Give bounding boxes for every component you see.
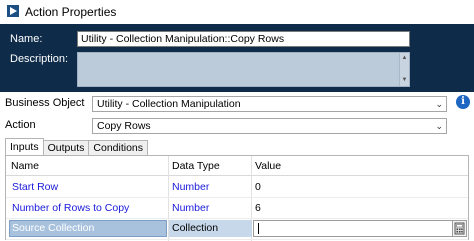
tab-inputs[interactable]: Inputs [5, 138, 44, 155]
app-icon [7, 5, 19, 17]
expression-editor-button[interactable] [452, 220, 467, 237]
action-label: Action [5, 119, 36, 131]
business-object-value: Utility - Collection Manipulation [97, 98, 241, 110]
column-header-data-type[interactable]: Data Type [172, 160, 220, 172]
text-caret [258, 223, 259, 234]
business-object-dropdown[interactable]: Utility - Collection Manipulation ⌄ [92, 96, 447, 112]
tab-outputs[interactable]: Outputs [42, 140, 90, 155]
window-title: Action Properties [25, 5, 117, 19]
description-field[interactable]: ▲ ▼ [77, 52, 410, 87]
table-row[interactable]: Start Row Number 0 [6, 177, 468, 198]
param-name: Source Collection [12, 222, 95, 234]
table-row[interactable]: Number of Rows to Copy Number 6 [6, 198, 468, 219]
grid-header: Name Data Type Value [6, 156, 468, 176]
chevron-down-icon: ⌄ [435, 99, 443, 109]
value-input[interactable] [253, 220, 453, 237]
param-value[interactable]: 0 [255, 181, 261, 193]
param-type: Number [172, 202, 210, 214]
header-panel: Name: Utility - Collection Manipulation:… [0, 24, 474, 92]
title-bar: Action Properties [0, 0, 474, 24]
inputs-grid: Name Data Type Value Start Row Number 0 … [5, 155, 469, 241]
action-dropdown[interactable]: Copy Rows ⌄ [92, 118, 447, 134]
param-value[interactable]: 6 [255, 202, 261, 214]
chevron-down-icon: ⌄ [435, 121, 443, 131]
description-label: Description: [10, 53, 69, 65]
param-type: Collection [172, 222, 219, 234]
scroll-down-icon[interactable]: ▼ [401, 77, 408, 83]
param-name: Start Row [12, 181, 59, 193]
calculator-icon [454, 222, 465, 235]
name-label: Name: [10, 33, 43, 45]
column-header-value[interactable]: Value [255, 160, 281, 172]
info-icon[interactable]: i [456, 95, 470, 109]
table-row-selected[interactable]: Source Collection Collection [6, 219, 468, 240]
tab-strip: Inputs Outputs Conditions [5, 138, 149, 155]
param-name: Number of Rows to Copy [12, 202, 130, 214]
tab-conditions[interactable]: Conditions [88, 140, 149, 155]
column-header-name[interactable]: Name [11, 160, 39, 172]
param-type: Number [172, 181, 210, 193]
action-value: Copy Rows [97, 120, 151, 132]
scroll-up-icon[interactable]: ▲ [401, 55, 408, 61]
description-scrollbar[interactable]: ▲ ▼ [399, 53, 409, 86]
name-field[interactable]: Utility - Collection Manipulation::Copy … [77, 31, 410, 47]
business-object-label: Business Object [5, 97, 85, 109]
